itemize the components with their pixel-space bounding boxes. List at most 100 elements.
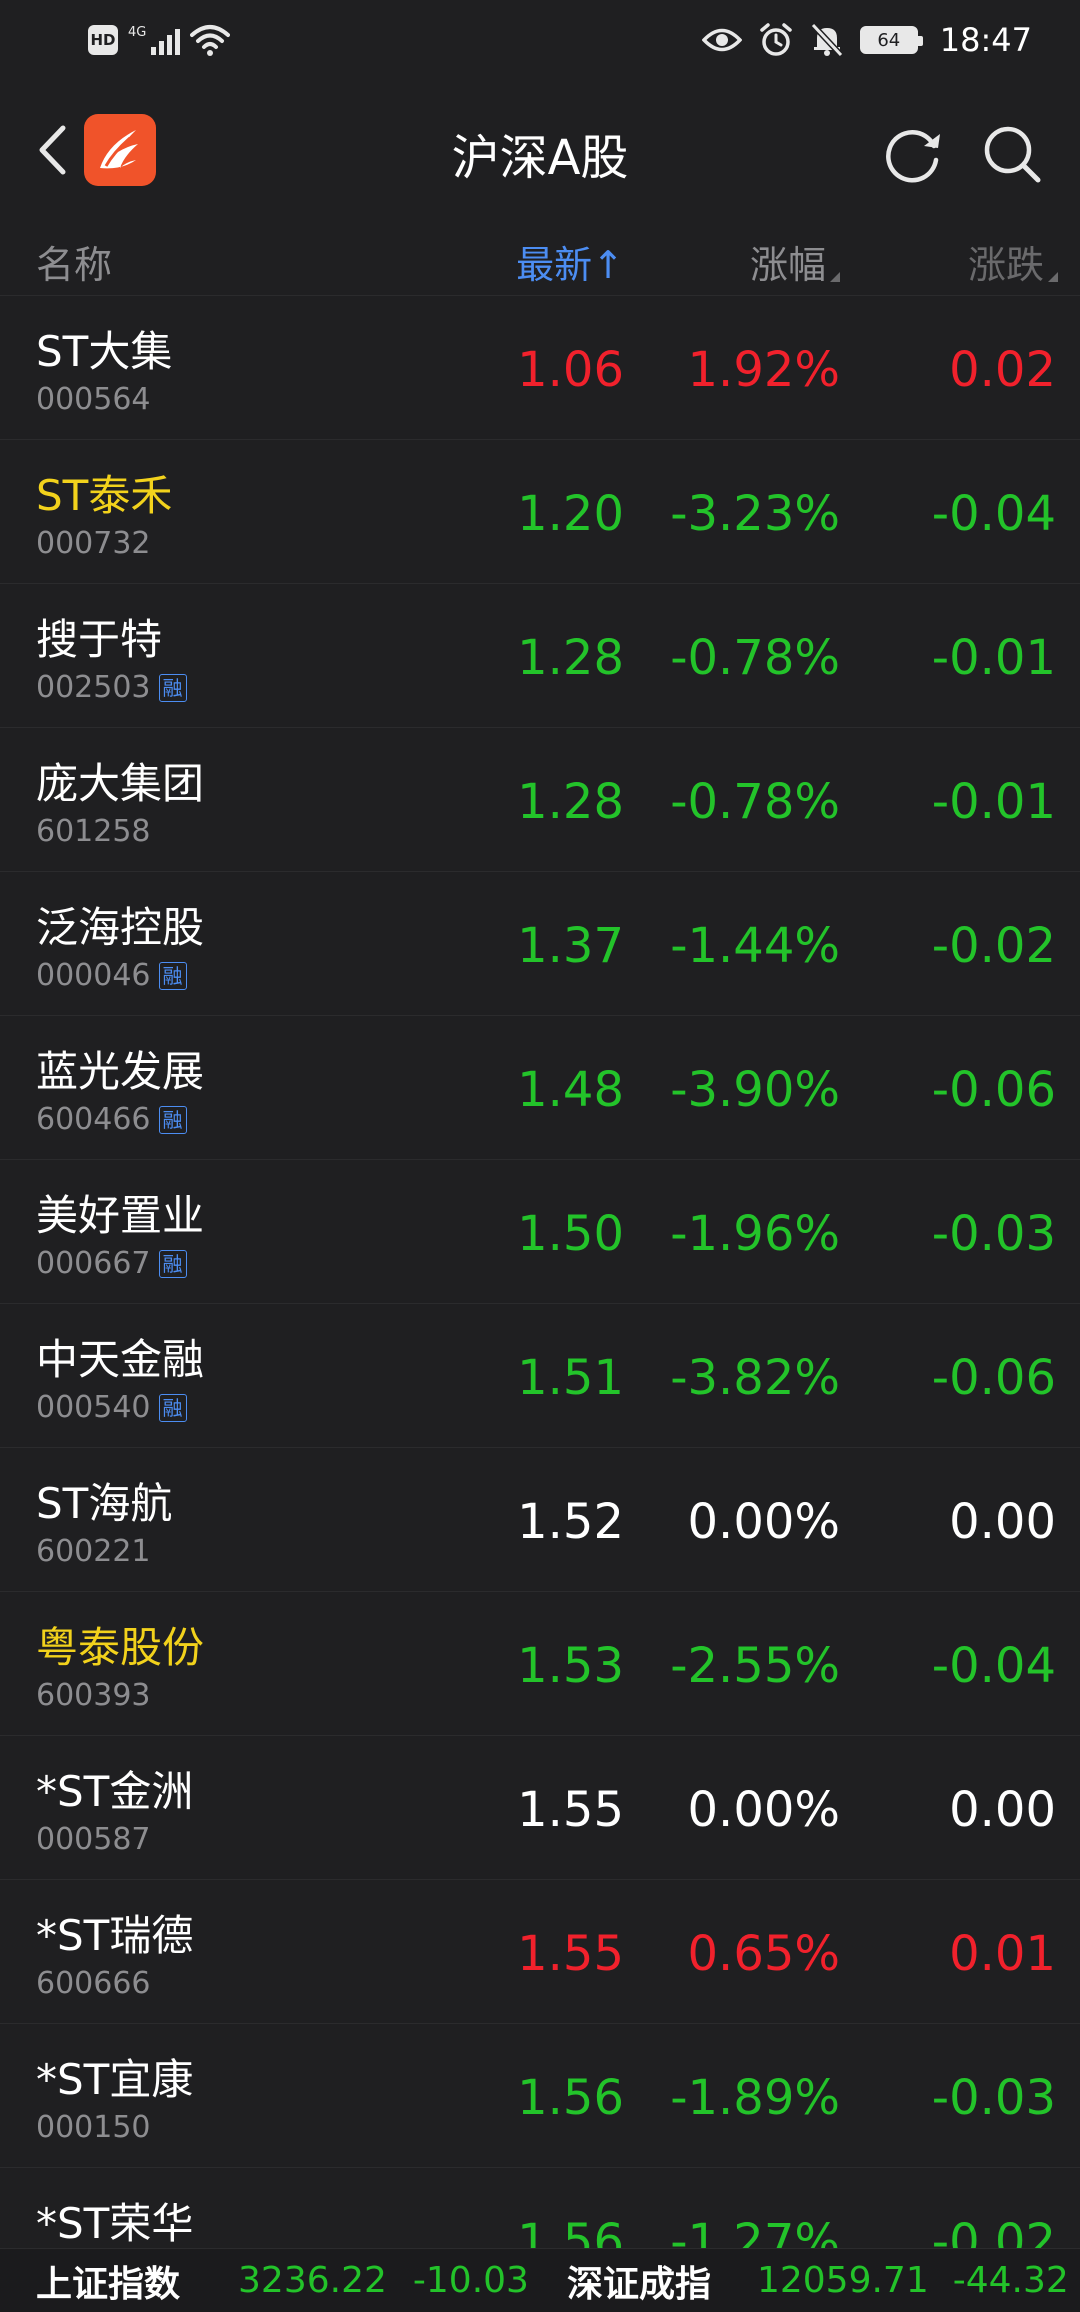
stock-change-pct: 0.00%: [687, 1494, 840, 1550]
stock-code-wrap: 000564: [36, 382, 151, 417]
alarm-icon: [760, 23, 792, 56]
stock-row[interactable]: 搜于特 002503 融 1.28 -0.78% -0.01: [0, 584, 1080, 728]
stock-code: 000667: [36, 1246, 151, 1281]
wifi-icon: [190, 25, 231, 56]
stock-name: 泛海控股: [36, 903, 205, 952]
sz-index-change: -44.32: [952, 2260, 1069, 2301]
stock-row[interactable]: *ST宜康 000150 1.56 -1.89% -0.03: [0, 2024, 1080, 2168]
stock-latest-price: 1.53: [517, 1638, 624, 1694]
stock-code: 000150: [36, 2110, 151, 2145]
stock-latest-price: 1.50: [517, 1206, 624, 1262]
sort-triangle-icon: [830, 272, 840, 282]
stock-row[interactable]: ST大集 000564 1.06 1.92% 0.02: [0, 296, 1080, 440]
stock-latest-price: 1.28: [517, 774, 624, 830]
search-button[interactable]: [972, 114, 1052, 194]
stock-code: 000732: [36, 526, 151, 561]
stock-code: 002503: [36, 670, 151, 705]
status-bar: HD 4G 64 18:47: [0, 0, 1080, 80]
stock-name: 中天金融: [36, 1335, 205, 1384]
stock-list: ST大集 000564 1.06 1.92% 0.02 ST泰禾 000732 …: [0, 296, 1080, 2312]
eye-icon: [701, 28, 742, 52]
stock-code-wrap: 000732: [36, 526, 151, 561]
stock-name: *ST金洲: [36, 1767, 194, 1816]
status-right: 64 18:47: [701, 18, 1032, 62]
sort-triangle-icon: [1048, 272, 1058, 282]
stock-code-wrap: 600221: [36, 1534, 151, 1569]
column-chg-sort[interactable]: 涨跌: [968, 234, 1058, 289]
battery-indicator: 64: [859, 26, 923, 54]
stock-code-wrap: 600666: [36, 1966, 151, 2001]
stock-latest-price: 1.06: [517, 342, 624, 398]
stock-code: 600666: [36, 1966, 151, 2001]
stock-row[interactable]: *ST瑞德 600666 1.55 0.65% 0.01: [0, 1880, 1080, 2024]
stock-name: *ST瑞德: [36, 1911, 194, 1960]
stock-change: -0.06: [931, 1350, 1056, 1406]
stock-name: ST大集: [36, 327, 173, 376]
stock-code: 600393: [36, 1678, 151, 1713]
stock-code-wrap: 600393: [36, 1678, 151, 1713]
refresh-icon: [886, 130, 940, 183]
stock-latest-price: 1.55: [517, 1926, 624, 1982]
sh-index-change: -10.03: [412, 2260, 529, 2301]
chevron-left-icon: [39, 125, 66, 175]
stock-name: 搜于特: [36, 615, 163, 664]
index-ticker[interactable]: 上证指数 3236.22 -10.03 深证成指 12059.71 -44.32: [0, 2248, 1080, 2312]
stock-code-wrap: 000150: [36, 2110, 151, 2145]
stock-change: -0.02: [931, 918, 1056, 974]
stock-row[interactable]: 泛海控股 000046 融 1.37 -1.44% -0.02: [0, 872, 1080, 1016]
stock-code: 000046: [36, 958, 151, 993]
stock-row[interactable]: *ST金洲 000587 1.55 0.00% 0.00: [0, 1736, 1080, 1880]
back-button[interactable]: [22, 120, 82, 180]
stock-name: 美好置业: [36, 1191, 205, 1240]
sz-index-name: 深证成指: [566, 2263, 711, 2305]
stock-row[interactable]: 美好置业 000667 融 1.50 -1.96% -0.03: [0, 1160, 1080, 1304]
stock-change-pct: 1.92%: [687, 342, 840, 398]
refresh-button[interactable]: [872, 114, 952, 194]
stock-name: ST海航: [36, 1479, 173, 1528]
stock-change: -0.04: [931, 1638, 1056, 1694]
stock-row[interactable]: 中天金融 000540 融 1.51 -3.82% -0.06: [0, 1304, 1080, 1448]
stock-code: 000587: [36, 1822, 151, 1857]
clock: 18:47: [939, 21, 1032, 59]
stock-change: 0.00: [949, 1782, 1056, 1838]
margin-trading-badge: 融: [158, 673, 187, 702]
stock-name: 庞大集团: [36, 759, 205, 808]
margin-trading-badge: 融: [158, 1249, 187, 1278]
stock-name: ST泰禾: [36, 471, 173, 520]
stock-change-pct: -2.55%: [670, 1638, 840, 1694]
column-header: 名称 最新↑ 涨幅 涨跌: [0, 220, 1080, 296]
stock-change: -0.03: [931, 1206, 1056, 1262]
stock-code: 000540: [36, 1390, 151, 1425]
column-latest-sort[interactable]: 最新↑: [516, 234, 624, 289]
stock-name: *ST宜康: [36, 2055, 194, 2104]
column-name[interactable]: 名称: [36, 234, 112, 289]
stock-latest-price: 1.52: [517, 1494, 624, 1550]
column-chg-label: 涨跌: [967, 243, 1044, 287]
bell-off-icon: [810, 22, 843, 58]
stock-code: 601258: [36, 814, 151, 849]
stock-code-wrap: 601258: [36, 814, 151, 849]
stock-code: 600221: [36, 1534, 151, 1569]
stock-change-pct: -1.89%: [670, 2070, 840, 2126]
stock-row[interactable]: 粤泰股份 600393 1.53 -2.55% -0.04: [0, 1592, 1080, 1736]
stock-row[interactable]: 庞大集团 601258 1.28 -0.78% -0.01: [0, 728, 1080, 872]
margin-trading-badge: 融: [158, 1105, 187, 1134]
stock-row[interactable]: ST泰禾 000732 1.20 -3.23% -0.04: [0, 440, 1080, 584]
stock-change-pct: -1.44%: [670, 918, 840, 974]
stock-code-wrap: 000587: [36, 1822, 151, 1857]
status-left: HD 4G: [88, 20, 231, 60]
sh-index-name: 上证指数: [36, 2263, 181, 2305]
stock-code-wrap: 002503 融: [36, 670, 187, 705]
stock-list-screen: HD 4G 64 18:47 沪深A股 名称 最新↑ 涨幅 涨跌 ST大集 00…: [0, 0, 1080, 2312]
column-pct-sort[interactable]: 涨幅: [750, 234, 840, 289]
stock-change: -0.03: [931, 2070, 1056, 2126]
app-header: 沪深A股: [0, 80, 1080, 220]
app-logo-icon[interactable]: [84, 114, 156, 186]
stock-code-wrap: 000540 融: [36, 1390, 187, 1425]
column-pct-label: 涨幅: [749, 243, 826, 287]
stock-row[interactable]: ST海航 600221 1.52 0.00% 0.00: [0, 1448, 1080, 1592]
stock-row[interactable]: 蓝光发展 600466 融 1.48 -3.90% -0.06: [0, 1016, 1080, 1160]
stock-name: 蓝光发展: [36, 1047, 205, 1096]
stock-code-wrap: 000046 融: [36, 958, 187, 993]
network-type: 4G: [128, 25, 147, 40]
